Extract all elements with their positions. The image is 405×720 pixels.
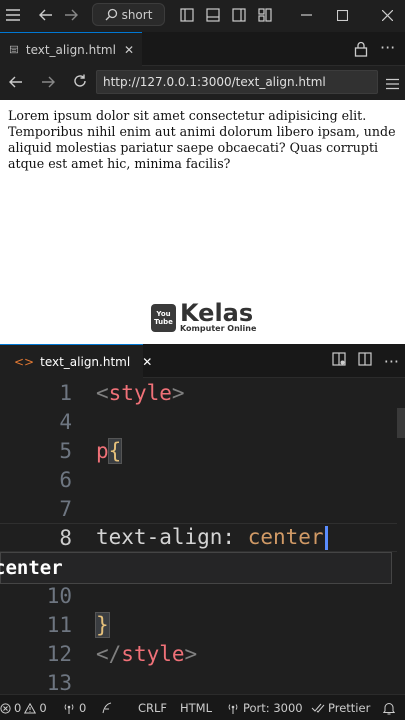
prettier-status[interactable]: Prettier (311, 695, 370, 720)
more-actions-icon[interactable]: ··· (380, 38, 395, 57)
browser-preview-icon (10, 45, 18, 54)
line-number: 11 (46, 612, 72, 637)
html-file-icon: <> (14, 354, 35, 369)
title-bar: short (0, 0, 405, 30)
code-line-active[interactable]: 8 text-align: center (0, 523, 405, 552)
url-input[interactable]: http://127.0.0.1:3000/text_align.html (96, 70, 378, 94)
prettier-label: Prettier (328, 701, 371, 715)
check-double-icon (311, 703, 325, 713)
code-editor[interactable]: 1 <style> 4 5 p{ 6 7 8 text-align: cente… (0, 378, 405, 697)
toggle-secondary-sidebar-icon[interactable] (228, 4, 250, 26)
line-number: 1 (59, 380, 72, 405)
line-number: 5 (59, 438, 72, 463)
error-count: 0 (14, 701, 22, 715)
ports-count: 0 (79, 701, 87, 715)
preview-tab-label: text_align.html (25, 42, 116, 57)
hamburger-menu-icon[interactable] (2, 4, 24, 26)
code-line[interactable]: 6 (0, 465, 405, 494)
port-label: Port: 3000 (243, 701, 303, 715)
editor-scrollbar[interactable] (397, 378, 405, 694)
youtube-badge-bottom: Tube (154, 317, 173, 326)
reload-icon[interactable] (64, 73, 96, 92)
toggle-panel-icon[interactable] (202, 4, 224, 26)
tab-preview-text-align[interactable]: text_align.html ✕ (0, 32, 142, 66)
code-text: </style> (96, 641, 198, 666)
problems-status[interactable]: 0 0 (0, 695, 47, 720)
code-line[interactable]: 12 </style> (0, 639, 405, 668)
search-label: short (121, 7, 153, 22)
code-line[interactable]: 10 (0, 581, 405, 610)
close-icon[interactable]: ✕ (124, 43, 134, 57)
line-number: 12 (46, 641, 72, 666)
code-line[interactable]: 5 p{ (0, 436, 405, 465)
channel-logo: You Tube Kelas Komputer Online (151, 299, 257, 333)
preview-paragraph: Lorem ipsum dolor sit amet consectetur a… (8, 108, 396, 171)
line-number: 7 (59, 496, 72, 521)
close-icon[interactable]: ✕ (142, 355, 152, 369)
warning-count: 0 (39, 701, 47, 715)
toggle-primary-sidebar-icon[interactable] (176, 4, 198, 26)
split-editor-icon[interactable] (358, 352, 372, 370)
forward-icon[interactable] (60, 4, 82, 26)
line-number: 13 (46, 670, 72, 695)
code-line[interactable]: 13 (0, 668, 405, 697)
error-icon (0, 702, 11, 714)
text-cursor (324, 526, 328, 550)
code-line[interactable]: 7 (0, 494, 405, 523)
warning-icon (24, 702, 37, 713)
scrollbar-thumb[interactable] (397, 408, 405, 438)
code-text: text-align: center (96, 525, 328, 550)
code-line[interactable]: 1 <style> (0, 378, 405, 407)
browser-menu-icon[interactable] (386, 75, 399, 94)
tab-text-align-html[interactable]: <> text_align.html ✕ (0, 344, 152, 378)
code-line[interactable]: 11 } (0, 610, 405, 639)
radio-tower-icon (64, 703, 74, 714)
code-text: p{ (96, 437, 123, 464)
command-center-search[interactable]: short (92, 3, 165, 26)
browser-nav-bar: http://127.0.0.1:3000/text_align.html (0, 66, 405, 98)
youtube-badge-top: You (156, 309, 171, 318)
line-number: 4 (59, 409, 72, 434)
youtube-badge: You Tube (151, 303, 176, 332)
maximize-icon[interactable] (326, 0, 358, 30)
editor-tab-label: text_align.html (40, 354, 131, 369)
broadcast-icon (228, 703, 238, 714)
preview-tab-bar: text_align.html ✕ ··· (0, 32, 405, 66)
search-icon (105, 8, 117, 21)
logo-subtitle: Komputer Online (180, 324, 257, 333)
autocomplete-suggestion[interactable]: center (0, 552, 392, 584)
eol-status[interactable]: CRLF (138, 695, 167, 720)
editor-more-actions-icon[interactable]: ··· (384, 352, 399, 371)
status-bar: 0 0 0 CRLF HTML Port: 3000 Prettier (0, 694, 405, 720)
customize-layout-icon[interactable] (254, 4, 276, 26)
line-number: 10 (46, 583, 72, 608)
language-mode[interactable]: HTML (180, 695, 212, 720)
browser-back-icon[interactable] (0, 73, 32, 92)
notifications-bell-icon[interactable] (383, 695, 395, 720)
browser-forward-icon[interactable] (32, 73, 64, 92)
close-window-icon[interactable] (371, 0, 403, 30)
logo-title: Kelas (180, 299, 254, 327)
code-line[interactable]: 4 (0, 407, 405, 436)
feather-icon[interactable] (102, 695, 112, 720)
editor-tab-bar: <> text_align.html ✕ ··· (0, 344, 405, 378)
back-icon[interactable] (35, 4, 57, 26)
minimize-icon[interactable] (290, 0, 322, 30)
suggestion-text: center (0, 557, 63, 579)
code-text: <style> (96, 380, 185, 405)
line-number: 6 (59, 467, 72, 492)
preview-viewport: Lorem ipsum dolor sit amet consectetur a… (0, 100, 405, 344)
lock-icon[interactable] (354, 41, 368, 61)
code-text: } (95, 611, 110, 638)
line-number: 8 (59, 525, 72, 550)
ports-status[interactable]: 0 (62, 695, 86, 720)
open-preview-icon[interactable] (332, 352, 346, 370)
live-server-port[interactable]: Port: 3000 (226, 695, 303, 720)
